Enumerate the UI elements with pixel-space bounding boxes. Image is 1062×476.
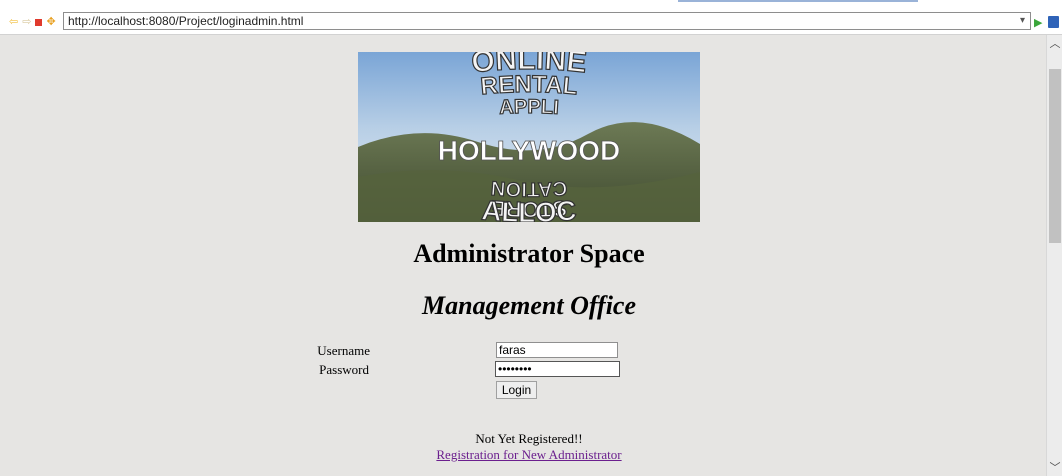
scroll-up-icon[interactable]: ︿: [1049, 38, 1061, 50]
vertical-scrollbar[interactable]: ︿ ﹀: [1046, 35, 1062, 476]
page-subtitle: Management Office: [422, 291, 636, 320]
page-content: ONLINE RENTAL APPLI HOLLYWOOD CATION STO…: [0, 35, 1046, 476]
tab-accent: [678, 0, 918, 2]
banner-arc-line-6: ALLOC: [480, 195, 577, 222]
extension-icon[interactable]: [1048, 16, 1059, 28]
registration-link-wrap: Registration for New Administrator: [0, 447, 1058, 463]
banner-sign-text: HOLLYWOOD: [438, 135, 621, 166]
registration-link[interactable]: Registration for New Administrator: [436, 447, 621, 462]
username-label: Username: [317, 343, 370, 358]
address-bar[interactable]: http://localhost:8080/Project/loginadmin…: [63, 12, 1031, 30]
nav-buttons: ⇦ ⇨ ✥: [9, 14, 56, 30]
go-icon[interactable]: ▶: [1034, 16, 1042, 29]
forward-arrow-icon[interactable]: ⇨: [22, 14, 31, 30]
scrollbar-thumb[interactable]: [1049, 69, 1061, 243]
browser-toolbar: ⇦ ⇨ ✥ http://localhost:8080/Project/logi…: [0, 9, 1062, 35]
banner-arc-line-3: APPLI: [499, 96, 560, 119]
stop-icon[interactable]: [35, 18, 43, 26]
password-input[interactable]: [495, 361, 620, 377]
not-registered-text: Not Yet Registered!!: [475, 431, 583, 446]
login-button[interactable]: Login: [496, 381, 537, 399]
password-label: Password: [319, 362, 369, 377]
address-bar-url: http://localhost:8080/Project/loginadmin…: [68, 14, 304, 28]
username-input[interactable]: [496, 342, 618, 358]
refresh-icon[interactable]: ✥: [46, 14, 55, 30]
back-arrow-icon[interactable]: ⇦: [9, 14, 18, 30]
chevron-down-icon[interactable]: ▾: [1020, 13, 1025, 29]
scroll-down-icon[interactable]: ﹀: [1049, 462, 1061, 474]
banner-image: ONLINE RENTAL APPLI HOLLYWOOD CATION STO…: [358, 52, 700, 222]
window-top-edge: [0, 0, 1062, 9]
page-title: Administrator Space: [413, 239, 645, 268]
